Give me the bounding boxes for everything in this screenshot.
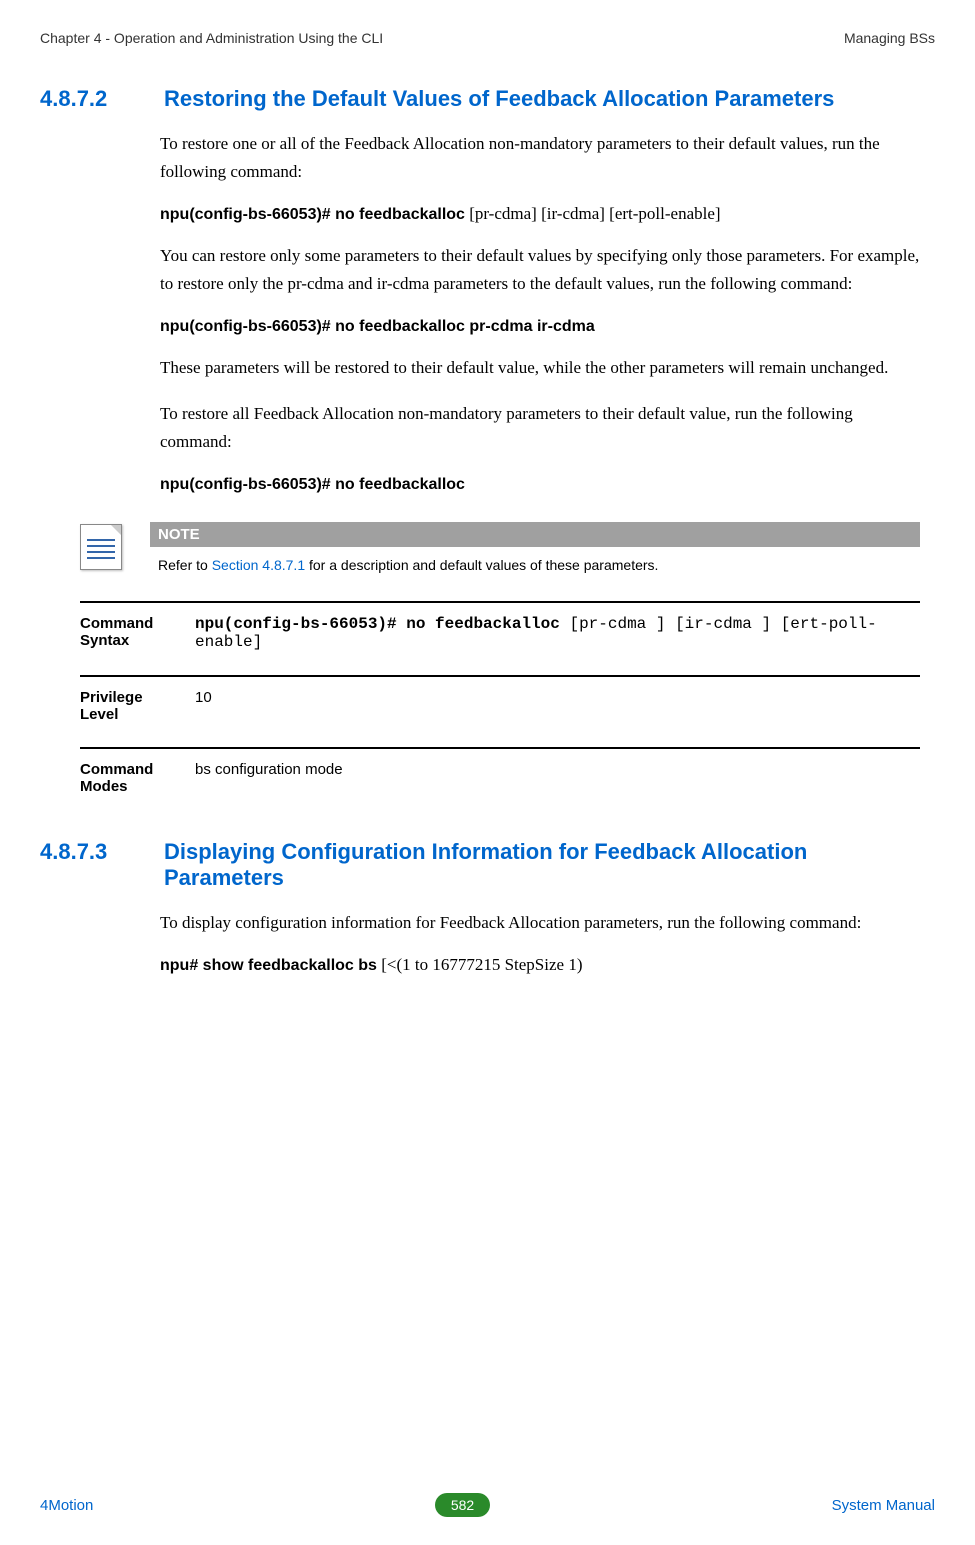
footer-right: System Manual bbox=[832, 1497, 935, 1514]
command-bold: npu(config-bs-66053)# no feedbackalloc p… bbox=[160, 318, 595, 335]
spec-value: npu(config-bs-66053)# no feedbackalloc [… bbox=[195, 615, 920, 651]
paragraph: To restore all Feedback Allocation non-m… bbox=[160, 400, 920, 456]
header-right: Managing BSs bbox=[844, 30, 935, 46]
note-text-pre: Refer to bbox=[158, 557, 212, 573]
footer-page-number: 582 bbox=[435, 1493, 490, 1517]
header-left: Chapter 4 - Operation and Administration… bbox=[40, 30, 383, 46]
section-number: 4.8.7.3 bbox=[40, 839, 160, 865]
paragraph: To display configuration information for… bbox=[160, 909, 920, 937]
spec-row-modes: Command Modes bs configuration mode bbox=[80, 747, 920, 819]
note-text-post: for a description and default values of … bbox=[305, 557, 658, 573]
note-title: NOTE bbox=[150, 522, 920, 547]
spec-table: Command Syntax npu(config-bs-66053)# no … bbox=[80, 601, 920, 819]
section-number: 4.8.7.2 bbox=[40, 86, 160, 112]
section-heading: 4.8.7.3 Displaying Configuration Informa… bbox=[40, 839, 935, 891]
note-text: Refer to Section 4.8.7.1 for a descripti… bbox=[150, 547, 920, 581]
command-bold: npu# show feedbackalloc bs bbox=[160, 957, 377, 974]
command-line: npu# show feedbackalloc bs [<(1 to 16777… bbox=[160, 955, 920, 975]
command-bold: npu(config-bs-66053)# no feedbackalloc bbox=[160, 476, 465, 493]
section-title: Displaying Configuration Information for… bbox=[164, 839, 884, 891]
syntax-bold: npu(config-bs-66053)# no feedbackalloc bbox=[195, 615, 560, 633]
footer-left: 4Motion bbox=[40, 1497, 93, 1514]
spec-row-syntax: Command Syntax npu(config-bs-66053)# no … bbox=[80, 601, 920, 675]
paragraph: You can restore only some parameters to … bbox=[160, 242, 920, 298]
command-line: npu(config-bs-66053)# no feedbackalloc [… bbox=[160, 204, 920, 224]
spec-label: Command Modes bbox=[80, 761, 195, 795]
section-title: Restoring the Default Values of Feedback… bbox=[164, 86, 884, 112]
section-heading: 4.8.7.2 Restoring the Default Values of … bbox=[40, 86, 935, 112]
command-line: npu(config-bs-66053)# no feedbackalloc p… bbox=[160, 316, 920, 336]
command-args: [pr-cdma] [ir-cdma] [ert-poll-enable] bbox=[465, 204, 721, 223]
spec-value: bs configuration mode bbox=[195, 761, 920, 795]
note-icon bbox=[80, 524, 122, 570]
spec-value: 10 bbox=[195, 689, 920, 723]
command-args: [<(1 to 16777215 StepSize 1) bbox=[377, 955, 583, 974]
note-block: NOTE Refer to Section 4.8.7.1 for a desc… bbox=[80, 522, 920, 581]
page-footer: 4Motion 582 System Manual bbox=[40, 1493, 935, 1517]
paragraph: These parameters will be restored to the… bbox=[160, 354, 920, 382]
page-header: Chapter 4 - Operation and Administration… bbox=[40, 30, 935, 46]
command-bold: npu(config-bs-66053)# no feedbackalloc bbox=[160, 206, 465, 223]
spec-label: Command Syntax bbox=[80, 615, 195, 651]
command-line: npu(config-bs-66053)# no feedbackalloc bbox=[160, 474, 920, 494]
spec-label: Privilege Level bbox=[80, 689, 195, 723]
spec-row-priv: Privilege Level 10 bbox=[80, 675, 920, 747]
note-link[interactable]: Section 4.8.7.1 bbox=[212, 557, 305, 573]
paragraph: To restore one or all of the Feedback Al… bbox=[160, 130, 920, 186]
